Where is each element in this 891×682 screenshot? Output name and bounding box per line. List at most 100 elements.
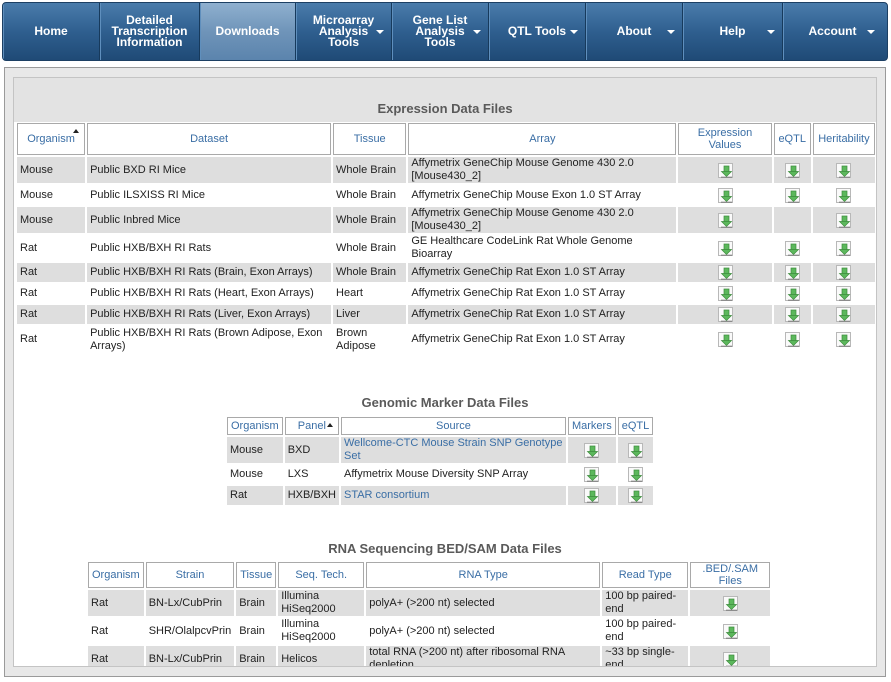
tissue-cell: Whole Brain	[336, 241, 396, 254]
chevron-down-icon	[570, 30, 578, 34]
download-arrow-icon[interactable]	[717, 332, 733, 347]
nav-gene-list[interactable]: Gene List Analysis Tools	[392, 3, 489, 60]
table-row: Rat SHR/OlalpcvPrin Brain Illumina HiSeq200…	[88, 618, 770, 644]
download-arrow-icon[interactable]	[717, 162, 733, 178]
expression-values-cell	[678, 326, 771, 353]
download-arrow-icon[interactable]	[784, 240, 800, 256]
eqtl-cell	[774, 185, 811, 205]
download-arrow-icon[interactable]	[722, 623, 738, 639]
nav-home[interactable]: Home	[3, 3, 100, 60]
download-arrow-icon[interactable]	[722, 651, 738, 666]
download-arrow-icon[interactable]	[836, 240, 852, 256]
download-arrow-icon[interactable]	[717, 286, 733, 301]
table-row: Rat BN-Lx/CubPrin Brain Helicos total RNA (>…	[88, 646, 771, 666]
organism-cell: Rat	[91, 624, 109, 637]
download-arrow-icon[interactable]	[784, 265, 800, 280]
col-header-organism[interactable]: Organism	[17, 123, 86, 155]
chevron-down-icon	[376, 30, 384, 34]
expression-values-cell	[678, 305, 772, 324]
col-header-organism[interactable]: Organism	[88, 562, 144, 588]
download-arrow-icon[interactable]	[784, 286, 800, 301]
tissue-cell: Brain	[236, 646, 277, 666]
col-header-tissue[interactable]: Tissue	[333, 123, 407, 155]
organism-cell: Rat	[20, 333, 38, 345]
nav-help[interactable]: Help	[683, 3, 783, 60]
download-arrow-icon[interactable]	[784, 307, 800, 322]
table-row: Rat BN-Lx/CubPrin Brain Illumina HiSeq2000 p…	[88, 590, 771, 616]
nav-downloads[interactable]: Downloads	[200, 3, 296, 60]
heritability-cell	[813, 284, 875, 303]
download-arrow-icon[interactable]	[836, 187, 852, 203]
col-header-eqtl[interactable]: eQTL	[773, 123, 811, 155]
col-header-heritability[interactable]: Heritability	[812, 123, 875, 155]
download-arrow-icon[interactable]	[722, 595, 738, 611]
download-arrow-icon[interactable]	[717, 240, 733, 256]
col-header-organism[interactable]: Organism	[227, 417, 283, 435]
nav-about[interactable]: About	[586, 3, 683, 60]
dataset-cell: Public HXB/BXH RI Rats (Liver, Exon Arra…	[87, 305, 332, 324]
download-arrow-icon[interactable]	[584, 442, 600, 458]
download-arrow-icon[interactable]	[784, 162, 800, 178]
nav-label: About	[616, 24, 652, 38]
download-arrow-icon[interactable]	[836, 162, 852, 178]
panel-cell: BXD	[284, 437, 339, 463]
array-cell: GE Healthcare CodeLink Rat Whole Genome …	[411, 235, 633, 260]
col-header-panel[interactable]: Panel	[284, 417, 339, 435]
col-header-array[interactable]: Array	[408, 123, 677, 155]
download-arrow-icon[interactable]	[717, 265, 733, 280]
col-header-bed-sam-files[interactable]: .BED/.SAM Files	[690, 562, 771, 588]
dataset-cell: Public HXB/BXH RI Rats (Heart, Exon Arra…	[90, 287, 314, 299]
download-arrow-icon[interactable]	[627, 442, 643, 458]
organism-cell: Rat	[88, 646, 144, 666]
nav-account[interactable]: Account	[783, 3, 882, 60]
download-arrow-icon[interactable]	[836, 212, 852, 228]
source-cell-link[interactable]: STAR consortium	[344, 489, 429, 501]
col-header-eqtl[interactable]: eQTL	[617, 417, 654, 435]
nav-label: Account	[808, 24, 857, 38]
col-header-seq-tech[interactable]: Seq. Tech.	[278, 562, 365, 588]
download-arrow-icon[interactable]	[836, 265, 852, 280]
tissue-cell: Brown Adipose	[336, 326, 376, 352]
eqtl-cell	[774, 326, 811, 353]
markers-cell	[567, 437, 616, 463]
download-arrow-icon[interactable]	[584, 467, 600, 482]
chevron-down-icon	[667, 30, 675, 34]
expression-values-cell	[678, 284, 771, 303]
array-cell: Affymetrix GeneChip Rat Exon 1.0 ST Arra…	[408, 263, 677, 282]
col-header-read-type[interactable]: Read Type	[602, 562, 689, 588]
col-header-tissue[interactable]: Tissue	[236, 562, 277, 588]
bed-sam-file-cell	[690, 618, 770, 644]
download-arrow-icon[interactable]	[717, 307, 733, 322]
col-header-dataset[interactable]: Dataset	[87, 123, 332, 155]
heritability-cell	[813, 235, 875, 261]
col-header-source[interactable]: Source	[340, 417, 566, 435]
source-cell-link[interactable]: Wellcome-CTC Mouse Strain SNP Genotype S…	[344, 437, 562, 462]
col-header-strain[interactable]: Strain	[145, 562, 235, 588]
nav-microarray[interactable]: Microarray Analysis Tools	[296, 3, 392, 60]
dataset-cell: Public HXB/BXH RI Rats	[90, 241, 212, 254]
nav-qtl-tools[interactable]: QTL Tools	[489, 3, 586, 60]
download-arrow-icon[interactable]	[717, 187, 733, 203]
download-arrow-icon[interactable]	[836, 307, 852, 322]
download-arrow-icon[interactable]	[717, 212, 733, 228]
download-arrow-icon[interactable]	[584, 488, 600, 503]
expression-values-cell	[678, 263, 772, 282]
col-header-rna-type[interactable]: RNA Type	[366, 562, 601, 588]
dataset-cell: Public BXD RI Mice	[87, 157, 332, 183]
download-arrow-icon[interactable]	[784, 332, 800, 347]
nav-label: QTL Tools	[507, 24, 567, 38]
download-arrow-icon[interactable]	[784, 187, 800, 203]
source-cell: STAR consortium	[340, 486, 566, 505]
col-header-markers[interactable]: Markers	[567, 417, 616, 435]
chevron-down-icon	[473, 30, 481, 34]
download-arrow-icon[interactable]	[836, 286, 852, 301]
download-arrow-icon[interactable]	[627, 467, 643, 482]
nav-detailed[interactable]: Detailed Transcription Information	[100, 3, 200, 60]
main-nav: Home Detailed Transcription Information Do…	[2, 2, 888, 61]
tissue-cell: Brain	[239, 624, 265, 637]
download-arrow-icon[interactable]	[836, 332, 852, 347]
expression-values-cell	[678, 207, 772, 233]
col-header-expression-values[interactable]: Expression Values	[678, 123, 772, 155]
strain-cell: BN-Lx/CubPrin	[145, 590, 235, 616]
download-arrow-icon[interactable]	[627, 488, 643, 503]
